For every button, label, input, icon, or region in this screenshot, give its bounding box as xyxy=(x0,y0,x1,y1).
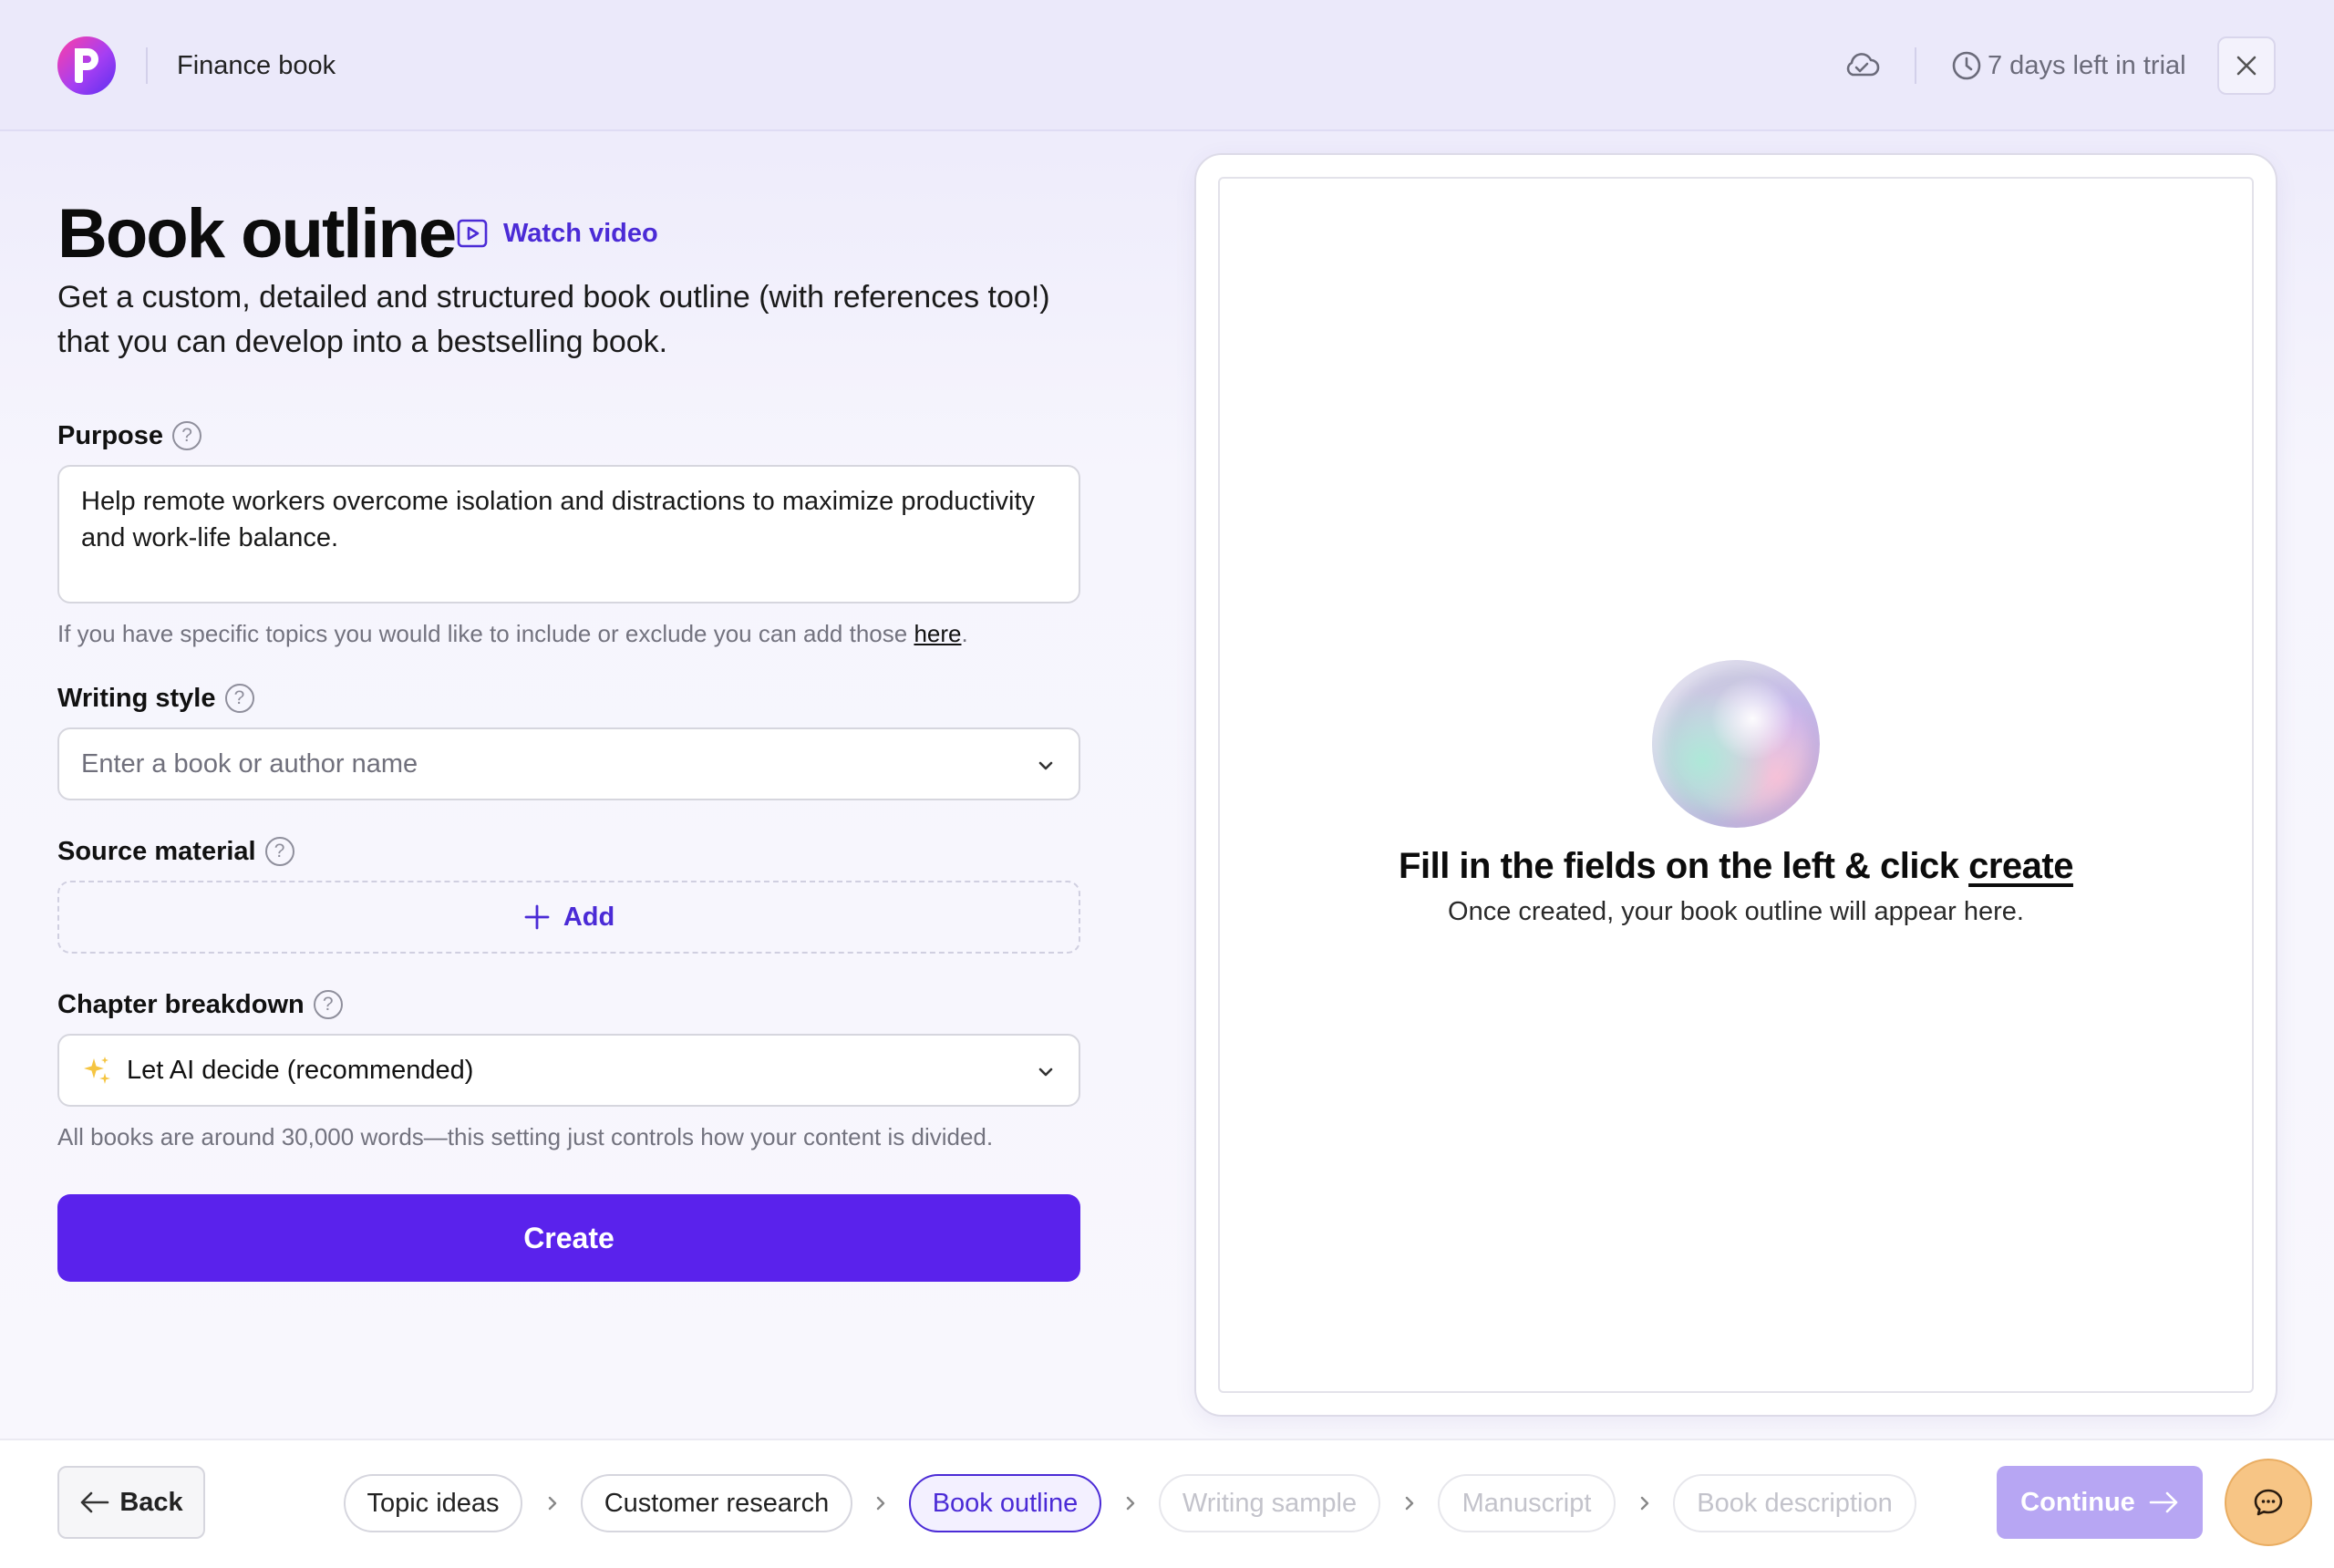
cloud-check-icon[interactable] xyxy=(1842,47,1882,84)
chevron-right-icon xyxy=(1640,1496,1649,1511)
help-icon[interactable]: ? xyxy=(264,837,294,866)
continue-button[interactable]: Continue xyxy=(1997,1466,2203,1539)
writing-style-label-text: Writing style xyxy=(57,683,216,713)
sparkles-icon xyxy=(84,1057,110,1084)
purpose-textarea[interactable]: Help remote workers overcome isolation a… xyxy=(57,465,1080,603)
help-icon[interactable]: ? xyxy=(313,990,343,1019)
close-button[interactable] xyxy=(2217,36,2276,95)
chat-bubble-icon xyxy=(2254,1489,2283,1516)
trial-status[interactable]: 7 days left in trial xyxy=(1951,47,2186,84)
chevron-right-icon xyxy=(876,1496,885,1511)
purpose-label-text: Purpose xyxy=(57,420,164,450)
chapter-breakdown-label: Chapter breakdown ? xyxy=(57,986,343,1023)
step-writing-sample[interactable]: Writing sample xyxy=(1159,1474,1380,1532)
step-customer-research[interactable]: Customer research xyxy=(581,1474,852,1532)
help-icon[interactable]: ? xyxy=(172,421,202,450)
step-manuscript[interactable]: Manuscript xyxy=(1438,1474,1616,1532)
empty-state-title-text: Fill in the fields on the left & click xyxy=(1399,846,1969,886)
plus-icon xyxy=(524,904,550,930)
writing-style-label: Writing style ? xyxy=(57,680,254,717)
empty-state-subtitle: Once created, your book outline will app… xyxy=(1448,897,2024,926)
purpose-helper-suffix: . xyxy=(961,620,968,647)
step-book-description[interactable]: Book description xyxy=(1673,1474,1916,1532)
empty-state-create-link[interactable]: create xyxy=(1968,846,2073,886)
logo-glyph xyxy=(75,48,98,83)
add-label: Add xyxy=(563,902,615,932)
page-title: Book outline xyxy=(57,195,457,273)
ai-orb-illustration xyxy=(1652,660,1820,828)
chevron-down-icon xyxy=(1038,761,1053,770)
back-button[interactable]: Back xyxy=(57,1466,205,1539)
purpose-helper: If you have specific topics you would li… xyxy=(57,617,968,650)
watch-video-link[interactable]: Watch video xyxy=(456,215,658,252)
back-label: Back xyxy=(119,1487,183,1517)
arrow-left-icon xyxy=(81,1491,109,1513)
source-material-label: Source material ? xyxy=(57,833,294,870)
writing-style-placeholder: Enter a book or author name xyxy=(81,748,418,779)
purpose-helper-text: If you have specific topics you would li… xyxy=(57,620,914,647)
divider xyxy=(146,47,148,84)
create-button[interactable]: Create xyxy=(57,1194,1080,1282)
arrow-right-icon xyxy=(2149,1491,2178,1513)
project-name[interactable]: Finance book xyxy=(177,47,336,84)
writing-style-select[interactable]: Enter a book or author name xyxy=(57,727,1080,800)
chevron-right-icon xyxy=(1405,1496,1414,1511)
chat-support-button[interactable] xyxy=(2225,1459,2312,1546)
clock-icon xyxy=(1952,51,1981,80)
trial-text: 7 days left in trial xyxy=(1988,50,2186,80)
topics-here-link[interactable]: here xyxy=(914,620,961,647)
purpose-label: Purpose ? xyxy=(57,418,202,454)
chapter-breakdown-select[interactable]: Let AI decide (recommended) xyxy=(57,1034,1080,1107)
chapter-breakdown-label-text: Chapter breakdown xyxy=(57,989,305,1019)
source-material-label-text: Source material xyxy=(57,836,256,866)
divider xyxy=(1915,47,1916,84)
step-book-outline[interactable]: Book outline xyxy=(909,1474,1101,1532)
top-bar: Finance book 7 days left in trial xyxy=(0,0,2334,131)
watch-video-label: Watch video xyxy=(503,218,658,248)
add-source-material-button[interactable]: Add xyxy=(57,881,1080,954)
help-icon[interactable]: ? xyxy=(224,684,254,713)
page-subtitle: Get a custom, detailed and structured bo… xyxy=(57,280,1050,359)
play-video-icon xyxy=(457,219,488,248)
chapter-breakdown-value: Let AI decide (recommended) xyxy=(127,1055,474,1085)
chevron-right-icon xyxy=(548,1496,557,1511)
empty-state-title: Fill in the fields on the left & click c… xyxy=(1218,841,2254,892)
chapter-breakdown-helper: All books are around 30,000 words—this s… xyxy=(57,1123,994,1150)
chevron-down-icon xyxy=(1038,1068,1053,1077)
step-topic-ideas[interactable]: Topic ideas xyxy=(344,1474,522,1532)
close-icon xyxy=(2236,56,2257,76)
app-logo[interactable] xyxy=(57,36,116,95)
continue-label: Continue xyxy=(2020,1487,2135,1517)
chevron-right-icon xyxy=(1126,1496,1135,1511)
